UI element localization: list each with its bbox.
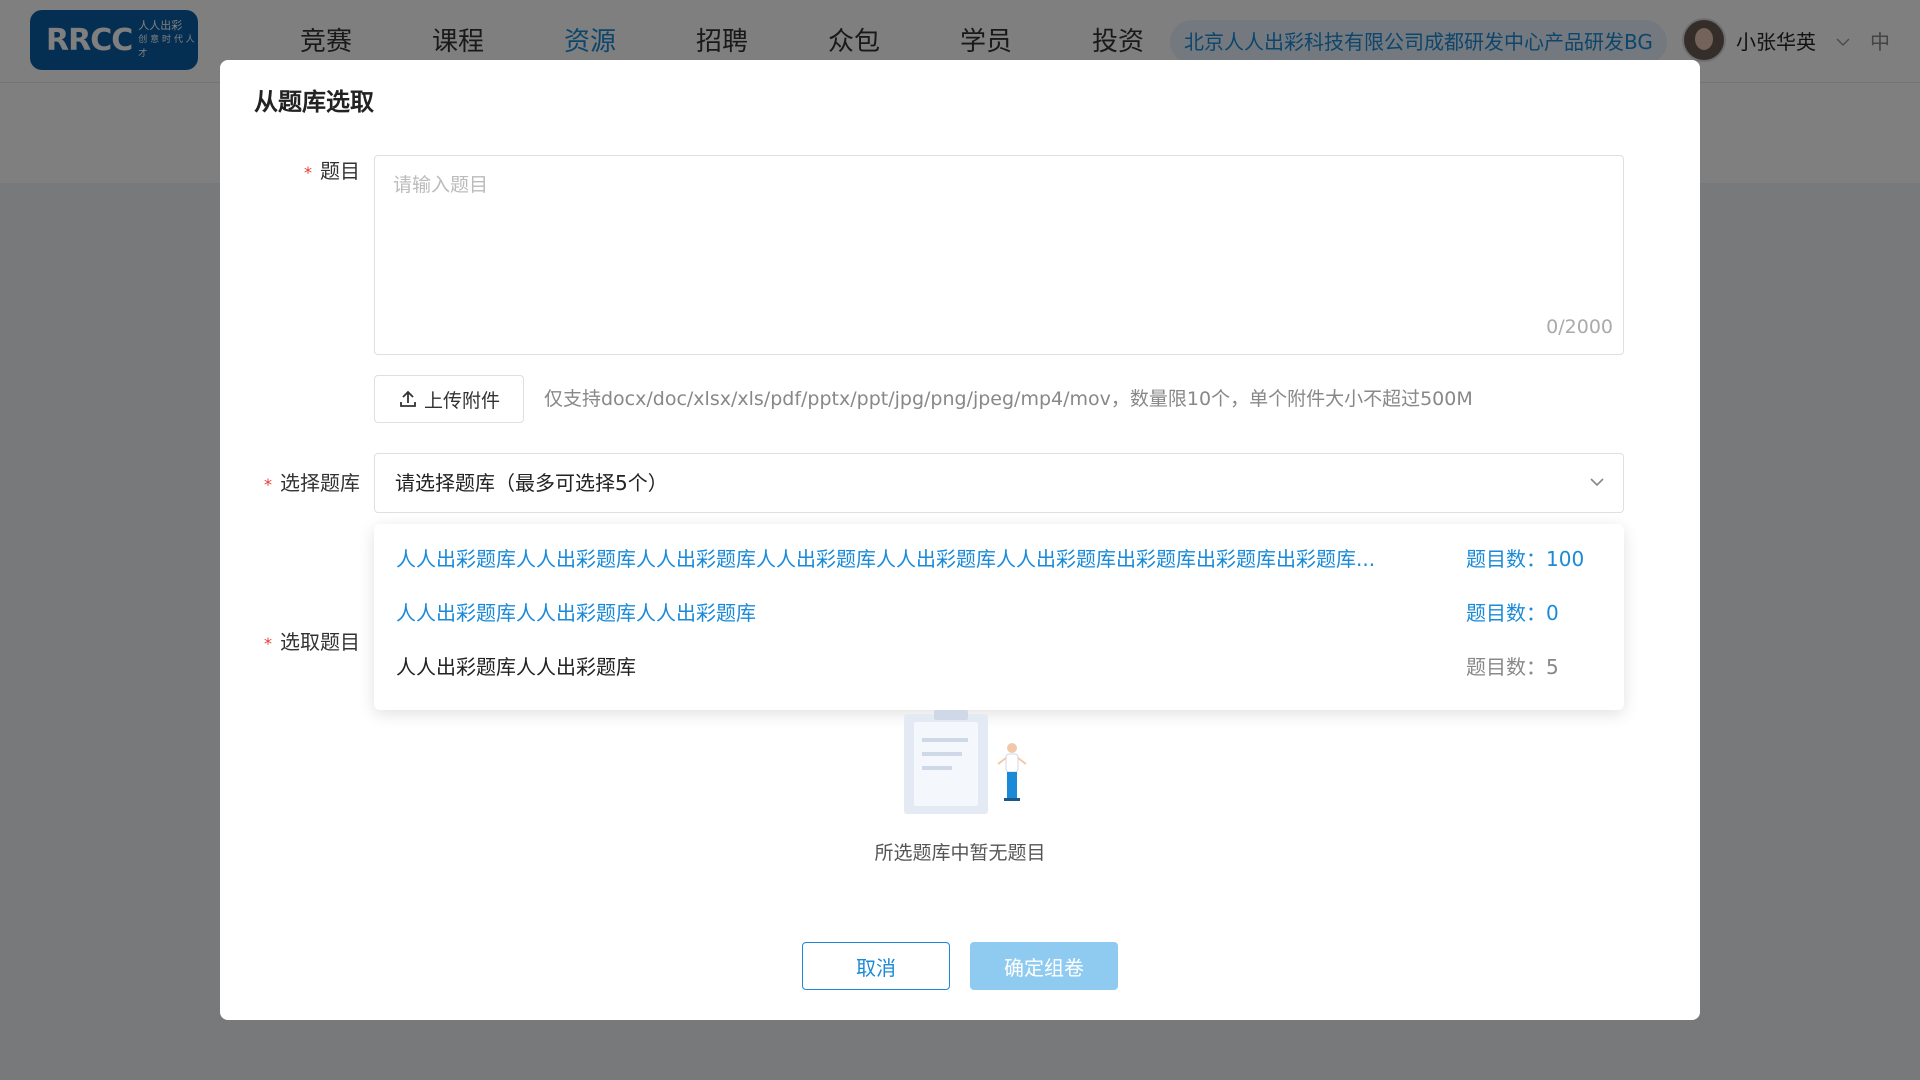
bank-option-count: 题目数：0 [1466, 601, 1559, 625]
upload-attachment-button[interactable]: 上传附件 [374, 375, 524, 423]
bank-label: * 选择题库 [220, 468, 360, 500]
required-marker: * [264, 634, 272, 653]
bank-dropdown: 人人出彩题库人人出彩题库人人出彩题库人人出彩题库人人出彩题库人人出彩题库出彩题库… [374, 524, 1624, 710]
required-marker: * [304, 163, 312, 182]
chevron-down-icon [1590, 478, 1604, 487]
pick-from-bank-dialog: 从题库选取 * 题目 请输入题目 0/2000 上传附件 仅支持docx/doc/… [220, 60, 1700, 1020]
bank-select-value: 请选择题库（最多可选择5个） [395, 471, 668, 495]
char-counter: 0/2000 [1546, 316, 1613, 338]
empty-state-text: 所选题库中暂无题目 [874, 842, 1046, 864]
pick-label: * 选取题目 [220, 627, 360, 659]
required-marker: * [264, 475, 272, 494]
bank-option-name: 人人出彩题库人人出彩题库 [396, 655, 636, 679]
bank-option[interactable]: 人人出彩题库人人出彩题库 题目数：5 [374, 640, 1624, 694]
bank-option-name: 人人出彩题库人人出彩题库人人出彩题库人人出彩题库人人出彩题库人人出彩题库出彩题库… [396, 547, 1376, 571]
upload-icon [400, 390, 416, 407]
bank-select[interactable]: 请选择题库（最多可选择5个） [374, 453, 1624, 513]
dialog-title: 从题库选取 [254, 88, 374, 116]
question-placeholder: 请输入题目 [393, 174, 489, 196]
bank-option-count: 题目数：5 [1466, 655, 1559, 679]
question-textarea[interactable]: 请输入题目 0/2000 [374, 155, 1624, 355]
question-label-text: 题目 [320, 159, 360, 183]
bank-label-text: 选择题库 [280, 471, 360, 495]
upload-hint: 仅支持docx/doc/xlsx/xls/pdf/pptx/ppt/jpg/pn… [544, 388, 1473, 410]
empty-state-illustration [904, 710, 1027, 814]
bank-option-name: 人人出彩题库人人出彩题库人人出彩题库 [396, 601, 756, 625]
bank-option[interactable]: 人人出彩题库人人出彩题库人人出彩题库 题目数：0 [374, 586, 1624, 640]
confirm-button[interactable]: 确定组卷 [970, 942, 1118, 990]
upload-button-label: 上传附件 [423, 389, 500, 412]
cancel-button[interactable]: 取消 [802, 942, 950, 990]
question-label: * 题目 [220, 156, 360, 188]
pick-label-text: 选取题目 [280, 630, 360, 654]
bank-option[interactable]: 人人出彩题库人人出彩题库人人出彩题库人人出彩题库人人出彩题库人人出彩题库出彩题库… [374, 532, 1624, 586]
bank-option-count: 题目数：100 [1466, 547, 1585, 571]
